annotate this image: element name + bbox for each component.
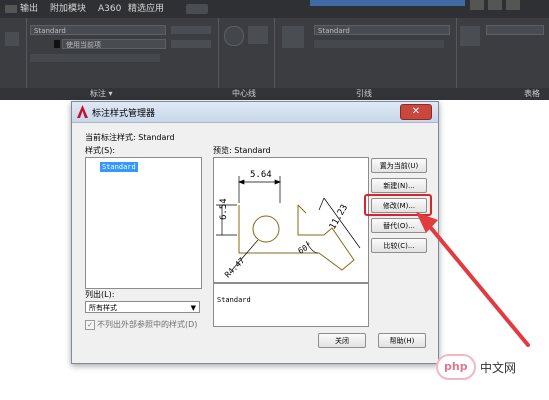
watermark-text: 中文网	[480, 361, 517, 375]
annotation-arrow-icon	[416, 212, 530, 347]
php-cn-watermark: php 中文网	[436, 352, 546, 384]
php-logo: php	[436, 354, 476, 380]
